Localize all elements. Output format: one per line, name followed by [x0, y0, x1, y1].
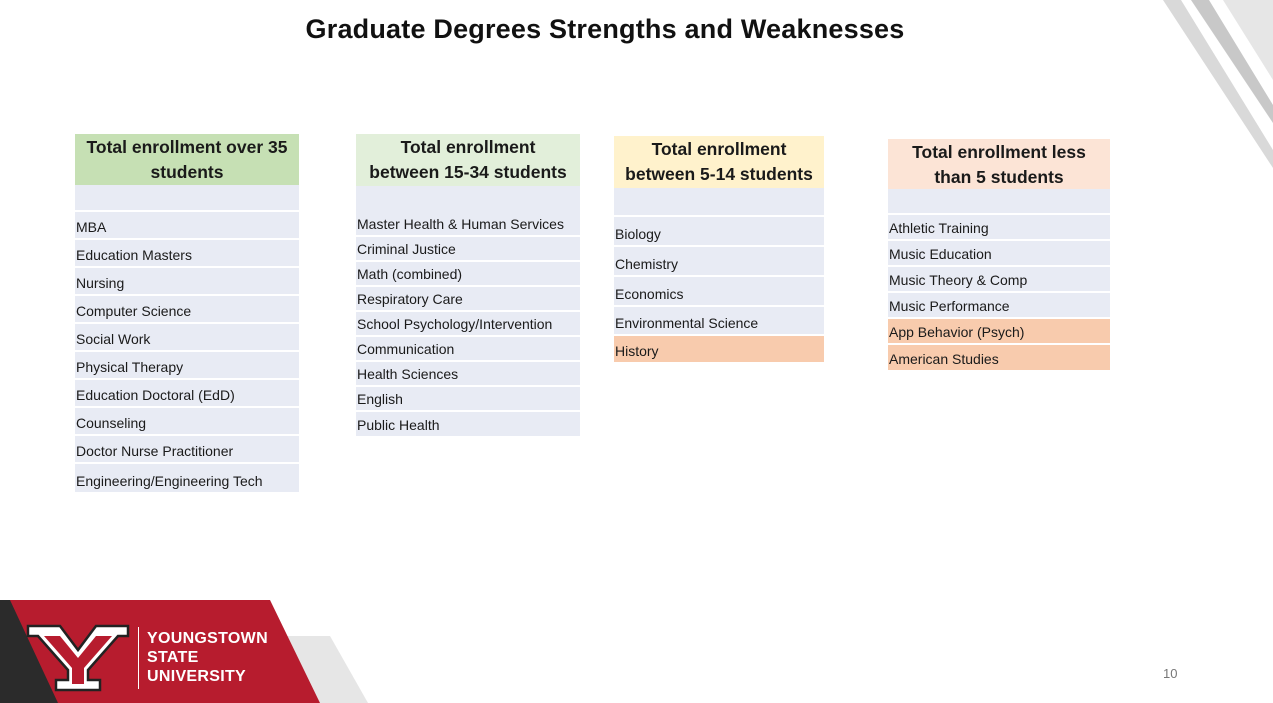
list-item: Social Work: [75, 324, 299, 352]
list-item: Communication: [356, 337, 580, 362]
list-item: Counseling: [75, 408, 299, 436]
column-5-14: Total enrollment between 5-14 students B…: [614, 136, 824, 364]
list-item: [75, 185, 299, 212]
list-item: Math (combined): [356, 262, 580, 287]
list-item: Music Performance: [888, 293, 1110, 319]
list-item: Engineering/Engineering Tech: [75, 464, 299, 494]
logo-divider: [138, 627, 139, 689]
page-title: Graduate Degrees Strengths and Weaknesse…: [305, 14, 905, 44]
column-header: Total enrollment over 35 students: [75, 134, 299, 185]
list-item: Nursing: [75, 268, 299, 296]
list-item-highlighted: History: [614, 336, 824, 364]
page-number: 10: [1163, 666, 1178, 681]
column-less-than-5: Total enrollment less than 5 students At…: [888, 139, 1110, 372]
list-item: Physical Therapy: [75, 352, 299, 380]
list-item: Computer Science: [75, 296, 299, 324]
column-header: Total enrollment between 5-14 students: [614, 136, 824, 188]
list-item: Criminal Justice: [356, 237, 580, 262]
list-item: Doctor Nurse Practitioner: [75, 436, 299, 464]
list-item: Health Sciences: [356, 362, 580, 387]
column-header: Total enrollment less than 5 students: [888, 139, 1110, 189]
list-item: Chemistry: [614, 247, 824, 277]
list-item: Master Health & Human Services: [356, 186, 580, 237]
column-header: Total enrollment between 15-34 students: [356, 134, 580, 186]
list-item: Public Health: [356, 412, 580, 438]
list-item: [614, 188, 824, 217]
list-item: Education Doctoral (EdD): [75, 380, 299, 408]
list-item-highlighted: App Behavior (Psych): [888, 319, 1110, 345]
list-item: [888, 189, 1110, 215]
list-item: Music Education: [888, 241, 1110, 267]
list-item-highlighted: American Studies: [888, 345, 1110, 372]
list-item: Respiratory Care: [356, 287, 580, 312]
list-item: English: [356, 387, 580, 412]
list-item: Economics: [614, 277, 824, 307]
list-item: Biology: [614, 217, 824, 247]
list-item: Music Theory & Comp: [888, 267, 1110, 293]
list-item: Environmental Science: [614, 307, 824, 336]
column-15-34: Total enrollment between 15-34 students …: [356, 134, 580, 438]
list-item: Education Masters: [75, 240, 299, 268]
list-item: MBA: [75, 212, 299, 240]
list-item: School Psychology/Intervention: [356, 312, 580, 337]
list-item: Athletic Training: [888, 215, 1110, 241]
university-name: YOUNGSTOWN STATE UNIVERSITY: [147, 630, 268, 685]
column-over-35: Total enrollment over 35 students MBA Ed…: [75, 134, 299, 494]
